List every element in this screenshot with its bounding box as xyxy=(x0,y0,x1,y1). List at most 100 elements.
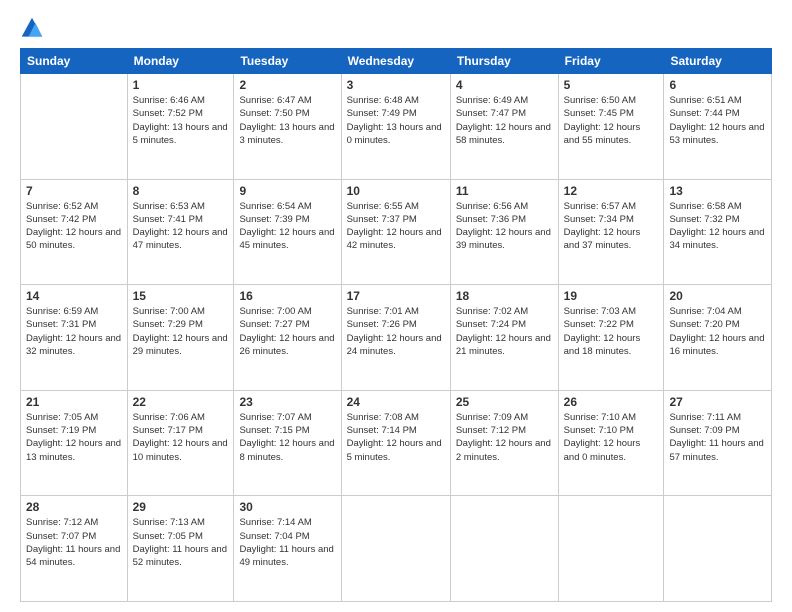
day-info: Sunrise: 6:46 AMSunset: 7:52 PMDaylight:… xyxy=(133,94,229,147)
day-number: 2 xyxy=(239,78,335,92)
day-cell: 30 Sunrise: 7:14 AMSunset: 7:04 PMDayligh… xyxy=(234,496,341,602)
calendar-table: SundayMondayTuesdayWednesdayThursdayFrid… xyxy=(20,48,772,602)
day-info: Sunrise: 6:57 AMSunset: 7:34 PMDaylight:… xyxy=(564,200,659,253)
week-row-2: 7Sunrise: 6:52 AMSunset: 7:42 PMDaylight… xyxy=(21,179,772,285)
day-number: 27 xyxy=(669,395,766,409)
day-info: Sunrise: 6:49 AMSunset: 7:47 PMDaylight:… xyxy=(456,94,553,147)
day-info: Sunrise: 6:48 AMSunset: 7:49 PMDaylight:… xyxy=(347,94,445,147)
day-cell: 11 Sunrise: 6:56 AMSunset: 7:36 PMDayligh… xyxy=(450,179,558,285)
day-cell: 15Sunrise: 7:00 AMSunset: 7:29 PMDayligh… xyxy=(127,285,234,391)
week-row-3: 14Sunrise: 6:59 AMSunset: 7:31 PMDayligh… xyxy=(21,285,772,391)
day-number: 1 xyxy=(133,78,229,92)
page: SundayMondayTuesdayWednesdayThursdayFrid… xyxy=(0,0,792,612)
day-number: 16 xyxy=(239,289,335,303)
weekday-header-monday: Monday xyxy=(127,49,234,74)
day-info: Sunrise: 7:14 AMSunset: 7:04 PMDaylight:… xyxy=(239,516,335,569)
day-number: 28 xyxy=(26,500,122,514)
weekday-header-saturday: Saturday xyxy=(664,49,772,74)
day-cell: 9 Sunrise: 6:54 AMSunset: 7:39 PMDaylight… xyxy=(234,179,341,285)
day-info: Sunrise: 7:00 AMSunset: 7:27 PMDaylight:… xyxy=(239,305,335,358)
day-number: 29 xyxy=(133,500,229,514)
day-info: Sunrise: 7:05 AMSunset: 7:19 PMDaylight:… xyxy=(26,411,122,464)
day-number: 9 xyxy=(239,184,335,198)
day-number: 14 xyxy=(26,289,122,303)
weekday-header-wednesday: Wednesday xyxy=(341,49,450,74)
day-info: Sunrise: 7:13 AMSunset: 7:05 PMDaylight:… xyxy=(133,516,229,569)
day-number: 18 xyxy=(456,289,553,303)
day-info: Sunrise: 7:02 AMSunset: 7:24 PMDaylight:… xyxy=(456,305,553,358)
day-number: 12 xyxy=(564,184,659,198)
day-cell: 19Sunrise: 7:03 AMSunset: 7:22 PMDayligh… xyxy=(558,285,664,391)
day-info: Sunrise: 6:56 AMSunset: 7:36 PMDaylight:… xyxy=(456,200,553,253)
day-info: Sunrise: 7:07 AMSunset: 7:15 PMDaylight:… xyxy=(239,411,335,464)
week-row-1: 1 Sunrise: 6:46 AMSunset: 7:52 PMDaylight… xyxy=(21,74,772,180)
day-cell: 17 Sunrise: 7:01 AMSunset: 7:26 PMDayligh… xyxy=(341,285,450,391)
weekday-header-row: SundayMondayTuesdayWednesdayThursdayFrid… xyxy=(21,49,772,74)
day-number: 20 xyxy=(669,289,766,303)
day-cell: 8Sunrise: 6:53 AMSunset: 7:41 PMDaylight… xyxy=(127,179,234,285)
day-cell: 13Sunrise: 6:58 AMSunset: 7:32 PMDayligh… xyxy=(664,179,772,285)
day-number: 11 xyxy=(456,184,553,198)
day-number: 5 xyxy=(564,78,659,92)
day-number: 3 xyxy=(347,78,445,92)
day-info: Sunrise: 7:01 AMSunset: 7:26 PMDaylight:… xyxy=(347,305,445,358)
week-row-4: 21 Sunrise: 7:05 AMSunset: 7:19 PMDayligh… xyxy=(21,390,772,496)
day-cell: 1 Sunrise: 6:46 AMSunset: 7:52 PMDaylight… xyxy=(127,74,234,180)
day-cell: 27 Sunrise: 7:11 AMSunset: 7:09 PMDayligh… xyxy=(664,390,772,496)
day-number: 10 xyxy=(347,184,445,198)
day-info: Sunrise: 7:03 AMSunset: 7:22 PMDaylight:… xyxy=(564,305,659,358)
day-cell: 24 Sunrise: 7:08 AMSunset: 7:14 PMDayligh… xyxy=(341,390,450,496)
day-cell: 6Sunrise: 6:51 AMSunset: 7:44 PMDaylight… xyxy=(664,74,772,180)
logo-icon xyxy=(20,16,44,40)
day-cell: 21 Sunrise: 7:05 AMSunset: 7:19 PMDayligh… xyxy=(21,390,128,496)
day-info: Sunrise: 6:51 AMSunset: 7:44 PMDaylight:… xyxy=(669,94,766,147)
day-info: Sunrise: 6:50 AMSunset: 7:45 PMDaylight:… xyxy=(564,94,659,147)
day-info: Sunrise: 7:12 AMSunset: 7:07 PMDaylight:… xyxy=(26,516,122,569)
day-cell: 22 Sunrise: 7:06 AMSunset: 7:17 PMDayligh… xyxy=(127,390,234,496)
day-number: 21 xyxy=(26,395,122,409)
day-cell: 25 Sunrise: 7:09 AMSunset: 7:12 PMDayligh… xyxy=(450,390,558,496)
week-row-5: 28 Sunrise: 7:12 AMSunset: 7:07 PMDayligh… xyxy=(21,496,772,602)
day-cell: 18 Sunrise: 7:02 AMSunset: 7:24 PMDayligh… xyxy=(450,285,558,391)
weekday-header-sunday: Sunday xyxy=(21,49,128,74)
day-cell: 5 Sunrise: 6:50 AMSunset: 7:45 PMDaylight… xyxy=(558,74,664,180)
day-info: Sunrise: 6:54 AMSunset: 7:39 PMDaylight:… xyxy=(239,200,335,253)
day-info: Sunrise: 7:10 AMSunset: 7:10 PMDaylight:… xyxy=(564,411,659,464)
header xyxy=(20,16,772,40)
day-number: 25 xyxy=(456,395,553,409)
day-cell: 29 Sunrise: 7:13 AMSunset: 7:05 PMDayligh… xyxy=(127,496,234,602)
weekday-header-tuesday: Tuesday xyxy=(234,49,341,74)
day-info: Sunrise: 7:04 AMSunset: 7:20 PMDaylight:… xyxy=(669,305,766,358)
day-number: 22 xyxy=(133,395,229,409)
day-number: 23 xyxy=(239,395,335,409)
day-info: Sunrise: 6:55 AMSunset: 7:37 PMDaylight:… xyxy=(347,200,445,253)
day-info: Sunrise: 7:00 AMSunset: 7:29 PMDaylight:… xyxy=(133,305,229,358)
day-number: 4 xyxy=(456,78,553,92)
day-number: 17 xyxy=(347,289,445,303)
day-cell: 3 Sunrise: 6:48 AMSunset: 7:49 PMDaylight… xyxy=(341,74,450,180)
day-number: 24 xyxy=(347,395,445,409)
day-info: Sunrise: 7:09 AMSunset: 7:12 PMDaylight:… xyxy=(456,411,553,464)
day-number: 30 xyxy=(239,500,335,514)
day-number: 26 xyxy=(564,395,659,409)
day-cell: 12 Sunrise: 6:57 AMSunset: 7:34 PMDayligh… xyxy=(558,179,664,285)
weekday-header-friday: Friday xyxy=(558,49,664,74)
day-cell: 2 Sunrise: 6:47 AMSunset: 7:50 PMDaylight… xyxy=(234,74,341,180)
logo xyxy=(20,16,48,40)
day-cell: 16 Sunrise: 7:00 AMSunset: 7:27 PMDayligh… xyxy=(234,285,341,391)
day-cell xyxy=(450,496,558,602)
day-info: Sunrise: 7:08 AMSunset: 7:14 PMDaylight:… xyxy=(347,411,445,464)
day-cell xyxy=(664,496,772,602)
day-info: Sunrise: 6:47 AMSunset: 7:50 PMDaylight:… xyxy=(239,94,335,147)
day-cell xyxy=(21,74,128,180)
day-cell: 14Sunrise: 6:59 AMSunset: 7:31 PMDayligh… xyxy=(21,285,128,391)
day-cell: 4 Sunrise: 6:49 AMSunset: 7:47 PMDaylight… xyxy=(450,74,558,180)
day-number: 8 xyxy=(133,184,229,198)
day-number: 7 xyxy=(26,184,122,198)
day-info: Sunrise: 7:06 AMSunset: 7:17 PMDaylight:… xyxy=(133,411,229,464)
day-info: Sunrise: 7:11 AMSunset: 7:09 PMDaylight:… xyxy=(669,411,766,464)
day-cell: 7Sunrise: 6:52 AMSunset: 7:42 PMDaylight… xyxy=(21,179,128,285)
day-cell: 26 Sunrise: 7:10 AMSunset: 7:10 PMDayligh… xyxy=(558,390,664,496)
day-cell: 28 Sunrise: 7:12 AMSunset: 7:07 PMDayligh… xyxy=(21,496,128,602)
weekday-header-thursday: Thursday xyxy=(450,49,558,74)
